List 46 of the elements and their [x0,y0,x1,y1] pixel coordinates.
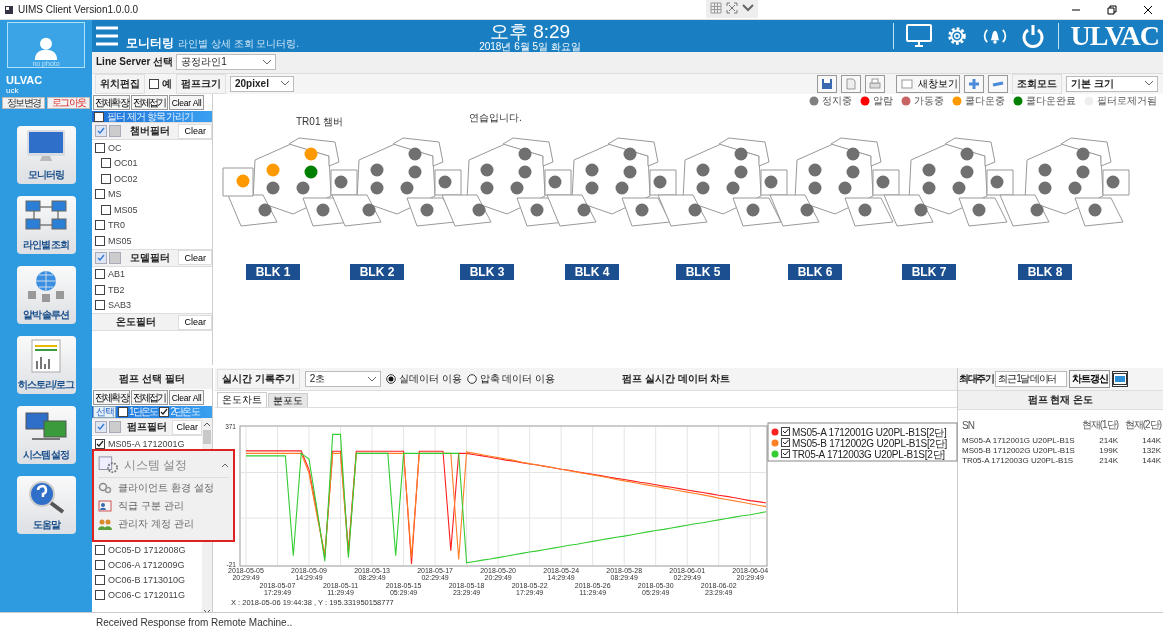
legend-label: 쿨다운완료 [1026,94,1076,108]
chamber-caption: TR01 챔버 [296,116,344,127]
canvas-note: 연습입니다. [469,112,522,123]
position-edit-label: 위치편집 [95,73,145,94]
section-title: 펌프필터 [125,420,168,434]
user-id: uck [5,86,19,95]
legend-label: 쿨다운중 [965,94,1005,108]
table-cell-text: 144K [1141,456,1161,465]
column-header: 현재(2단) [1123,418,1161,432]
table-cell: MS05-A 1712001G U20PL-B1S [962,436,1075,445]
view-mode-label: 조회모드 [1012,73,1062,94]
window-title: UIMS Client Version1.0.0.0 [18,4,139,15]
legend-label: 가동중 [914,94,944,108]
legend-label: MS05-A 1712001G U20PL-B1S[2단] [792,426,947,438]
section-title: 모델필터 [128,250,171,265]
table-cell-text: 144K [1141,436,1161,445]
legend-label: 알람 [873,94,893,108]
table-cell: MS05-B 1712002G U20PL-B1S [962,446,1075,455]
page-subtitle: 라인별 상세 조회 모니터링. [178,36,300,51]
status-message: Received Response from Remote Machine.. [0,612,1163,632]
legend-label: TR05-A 1712003G U20PL-B1S[2단] [792,448,945,460]
column-header: SN [962,419,976,433]
section-title: 챔버필터 [128,124,171,138]
table-cell: TR05-A 1712003G U20PL-B1S [962,456,1075,465]
table-cell-text: 214K [1098,436,1118,445]
clock-time: 오후 8:29 [489,22,571,41]
panel-title: 펌프 선택 필터 [92,368,212,389]
table-cell-text: 214K [1098,456,1118,465]
user-name: ULVAC [5,74,43,86]
legend-label: MS05-B 1712002G U20PL-B1S[2단] [792,437,948,449]
menu-title: 시스템 설정 [124,456,189,474]
section-title: 온도필터 [114,315,157,329]
pump-size-label: 펌프크기 [176,73,226,94]
column-header: 현재(1단) [1080,418,1118,432]
line-server-label: Line Server 선택 [96,55,174,70]
max-period-label: 최대주기 [959,372,993,386]
table-cell-text: 199K [1098,446,1118,455]
brand-logo: ULVAC [1070,20,1159,52]
clock-date: 2018년 6월 5일 화요일 [479,41,581,52]
record-period-label: 실시간 기록주기 [217,369,300,389]
table-cell-text: 132K [1141,446,1161,455]
chart-title: 펌프 실시간 데이터 차트 [622,372,731,386]
legend-label: 필터로제거됨 [1097,94,1157,108]
panel-title: 펌프 현재 온도 [958,391,1163,410]
legend-label: 정지중 [822,94,852,108]
page-title: 모니터링 [126,34,174,52]
